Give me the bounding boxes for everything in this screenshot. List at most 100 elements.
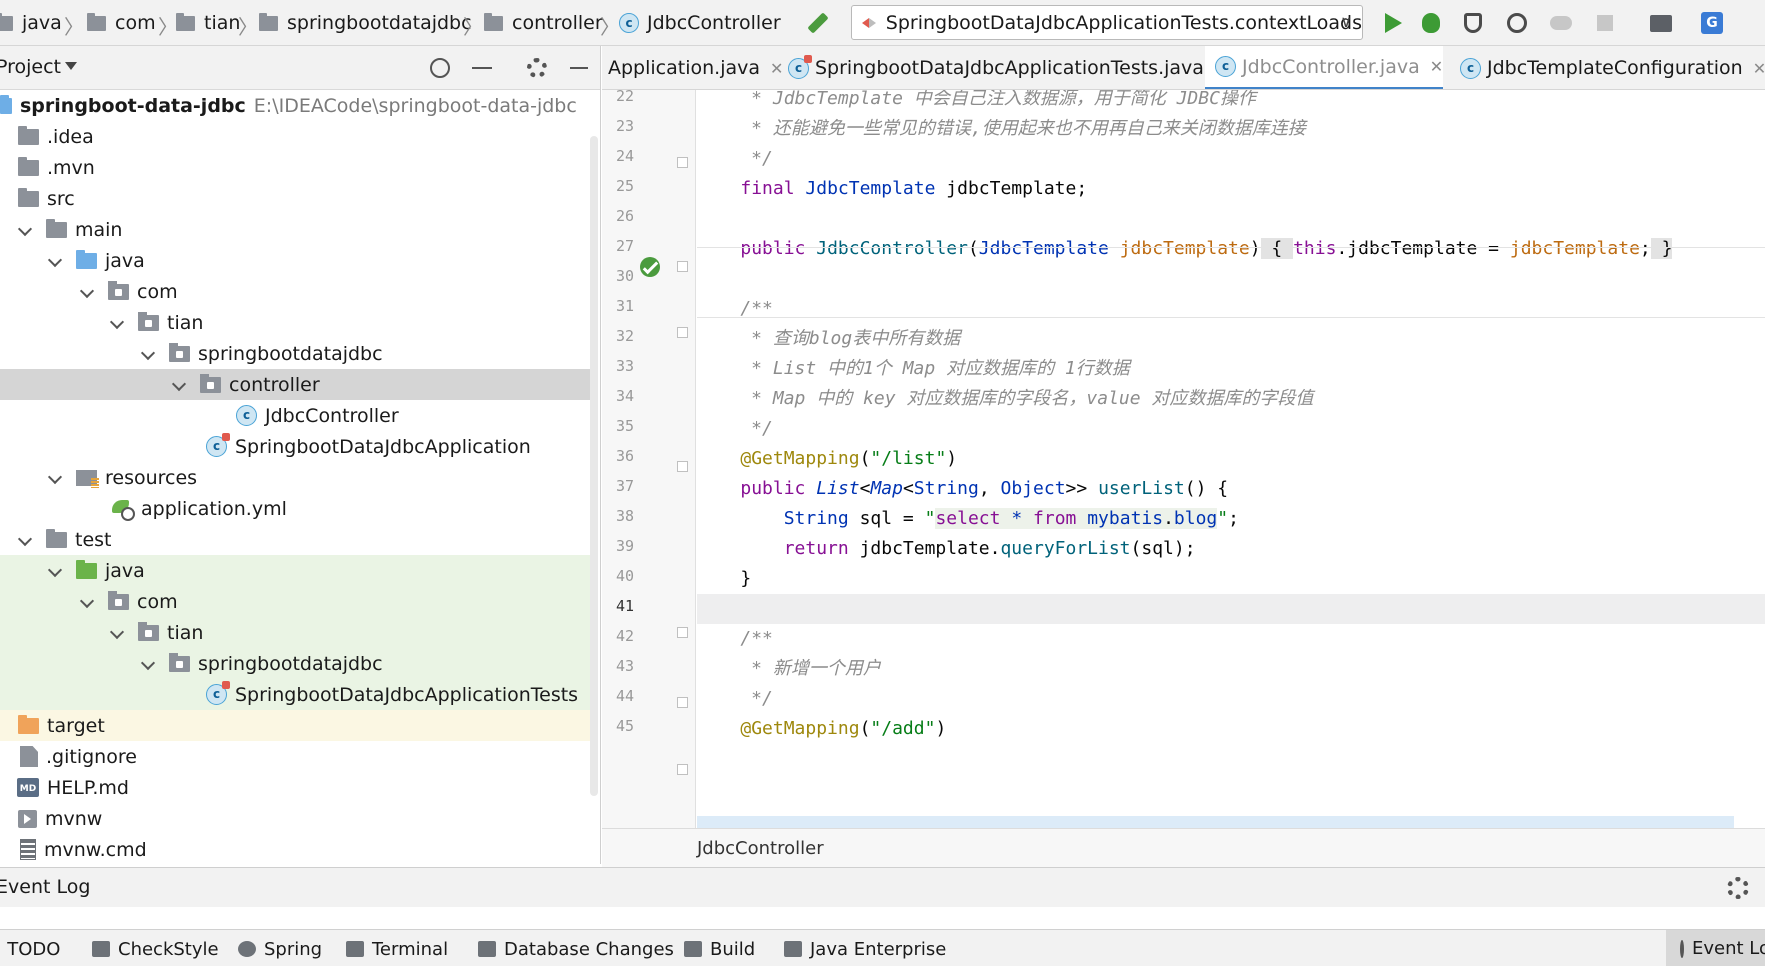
expand-arrow-icon[interactable] [18,223,32,237]
tree-item-test-springbootdatajdbc[interactable]: springbootdatajdbc [0,648,590,679]
project-scrollbar[interactable] [590,136,598,796]
tab-application-java[interactable]: Application.java ✕ [602,46,783,89]
test-folder-icon [76,559,97,579]
tab-jdbctemplateconfiguration[interactable]: c JdbcTemplateConfiguration ✕ [1450,46,1765,89]
tree-item-main[interactable]: main [0,214,590,245]
toolwindow-event-log[interactable]: Event Log [1666,930,1765,966]
gear-icon[interactable] [525,56,549,80]
fold-marker-icon[interactable] [677,261,688,272]
locate-file-icon[interactable] [428,56,452,80]
tree-item-mvn[interactable]: .mvn [0,152,590,183]
tree-item-application-yml[interactable]: application.yml [0,493,590,524]
tab-label: SpringbootDataJdbcApplicationTests.java [815,57,1204,79]
tree-item-test[interactable]: test [0,524,590,555]
project-structure-icon[interactable] [1649,11,1673,35]
tab-jdbccontroller-java[interactable]: c JdbcController.java ✕ [1205,46,1443,89]
toolwindow-spring[interactable]: Spring [238,936,322,962]
toolwindow-todo[interactable]: 6: TODO [0,936,60,962]
breadcrumb-class[interactable]: JdbcController [697,838,824,859]
editor-gutter: 22 23 24 25 26 27 30 31 32 33 34 35 36 3… [602,87,696,828]
tree-item-gitignore[interactable]: .gitignore [0,741,590,772]
close-icon[interactable]: ✕ [1753,59,1765,78]
tree-item-project-root[interactable]: springboot-data-jdbc E:\IDEACode\springb… [0,90,590,121]
toolwindow-checkstyle[interactable]: CheckStyle [92,936,219,962]
navigation-bar: java 〉 com 〉 tian 〉 springbootdatajdbc 〉… [0,0,1765,46]
tree-item-main-java[interactable]: java [0,245,590,276]
attach-debugger-icon[interactable] [1549,11,1573,35]
toolwindow-build[interactable]: Build [684,936,755,962]
breadcrumb-java[interactable]: java [0,9,62,37]
bean-gutter-icon[interactable] [640,257,660,277]
tree-item-mvnw-cmd[interactable]: mvnw.cmd [0,834,590,864]
run-with-coverage-icon[interactable] [1461,11,1485,35]
tree-item-controller[interactable]: controller [0,369,590,400]
fold-marker-icon[interactable] [677,157,688,168]
package-icon [169,342,190,362]
code-line-34: * Map 中的 key 对应数据库的字段名，value 对应数据库的字段值 [697,388,1314,409]
expand-arrow-icon[interactable] [48,254,62,268]
debug-icon[interactable] [1419,11,1443,35]
expand-arrow-icon[interactable] [141,347,155,361]
fold-marker-icon[interactable] [677,697,688,708]
run-icon[interactable] [1381,11,1405,35]
tree-item-resources[interactable]: resources [0,462,590,493]
breadcrumb-springbootdatajdbc[interactable]: springbootdatajdbc [259,9,472,37]
tree-item-help-md[interactable]: MD HELP.md [0,772,590,803]
line-number: 38 [615,507,634,525]
tree-item-jdbccontroller[interactable]: c JdbcController [0,400,590,431]
tree-item-main-springbootdatajdbc[interactable]: springbootdatajdbc [0,338,590,369]
expand-arrow-icon[interactable] [80,595,94,609]
code-editor[interactable]: * JdbcTemplate 中会自己注入数据源，用于简化 JDBC操作 * 还… [697,90,1765,828]
tree-item-idea[interactable]: .idea [0,121,590,152]
breadcrumb-jdbccontroller[interactable]: c JdbcController [619,9,781,37]
tree-item-main-com[interactable]: com [0,276,590,307]
fold-marker-icon[interactable] [677,764,688,775]
stop-icon[interactable] [1593,11,1617,35]
tree-item-main-tian[interactable]: tian [0,307,590,338]
fold-marker-icon[interactable] [677,627,688,638]
fold-marker-icon[interactable] [677,327,688,338]
build-hammer-icon[interactable] [806,11,830,35]
fold-marker-icon[interactable] [677,461,688,472]
expand-arrow-icon[interactable] [141,657,155,671]
breadcrumb-tian[interactable]: tian [176,9,240,37]
dropdown-arrow-icon[interactable] [65,62,77,70]
run-configuration-select[interactable]: SpringbootDataJdbcApplicationTests.conte… [851,5,1363,40]
class-icon: c [1460,57,1481,79]
toolwindow-java-enterprise[interactable]: Java Enterprise [784,936,946,962]
gear-icon[interactable] [1727,877,1749,899]
tree-item-test-tian[interactable]: tian [0,617,590,648]
breadcrumb-controller[interactable]: controller [484,9,603,37]
toolwindow-terminal[interactable]: Terminal [346,936,448,962]
expand-arrow-icon[interactable] [48,471,62,485]
tree-item-label: com [137,280,178,303]
expand-arrow-icon[interactable] [172,378,186,392]
tree-item-test-com[interactable]: com [0,586,590,617]
project-view-selector[interactable]: Project [0,56,61,78]
code-line-36: @GetMapping("/list") [740,448,958,469]
tree-item-test-java[interactable]: java [0,555,590,586]
collapse-all-icon[interactable] [470,56,494,80]
expand-arrow-icon[interactable] [110,316,124,330]
translate-icon[interactable]: G [1700,11,1724,35]
toolwindow-database-changes[interactable]: Database Changes [478,936,674,962]
hide-panel-icon[interactable] [567,56,591,80]
tree-item-mvnw[interactable]: mvnw [0,803,590,834]
tree-item-src[interactable]: src [0,183,590,214]
expand-arrow-icon[interactable] [110,626,124,640]
tree-item-springbootdatajdbcapplication[interactable]: c SpringbootDataJdbcApplication [0,431,590,462]
close-icon[interactable]: ✕ [1430,57,1443,76]
code-line-39: return jdbcTemplate.queryForList(sql); [783,538,1196,559]
package-icon [87,12,106,31]
line-number: 36 [615,447,634,465]
expand-arrow-icon[interactable] [18,533,32,547]
tree-item-springbootdatajdbcapplicationtests[interactable]: c SpringbootDataJdbcApplicationTests [0,679,590,710]
tab-label: JdbcTemplateConfiguration [1487,57,1743,79]
tree-item-target[interactable]: target [0,710,590,741]
code-line-43: * 新增一个用户 [697,658,881,679]
expand-arrow-icon[interactable] [80,285,94,299]
profile-icon[interactable] [1505,11,1529,35]
tab-springbootdatajdbcapplicationtests-java[interactable]: c SpringbootDataJdbcApplicationTests.jav… [778,46,1227,89]
expand-arrow-icon[interactable] [48,564,62,578]
breadcrumb-com[interactable]: com [87,9,156,37]
